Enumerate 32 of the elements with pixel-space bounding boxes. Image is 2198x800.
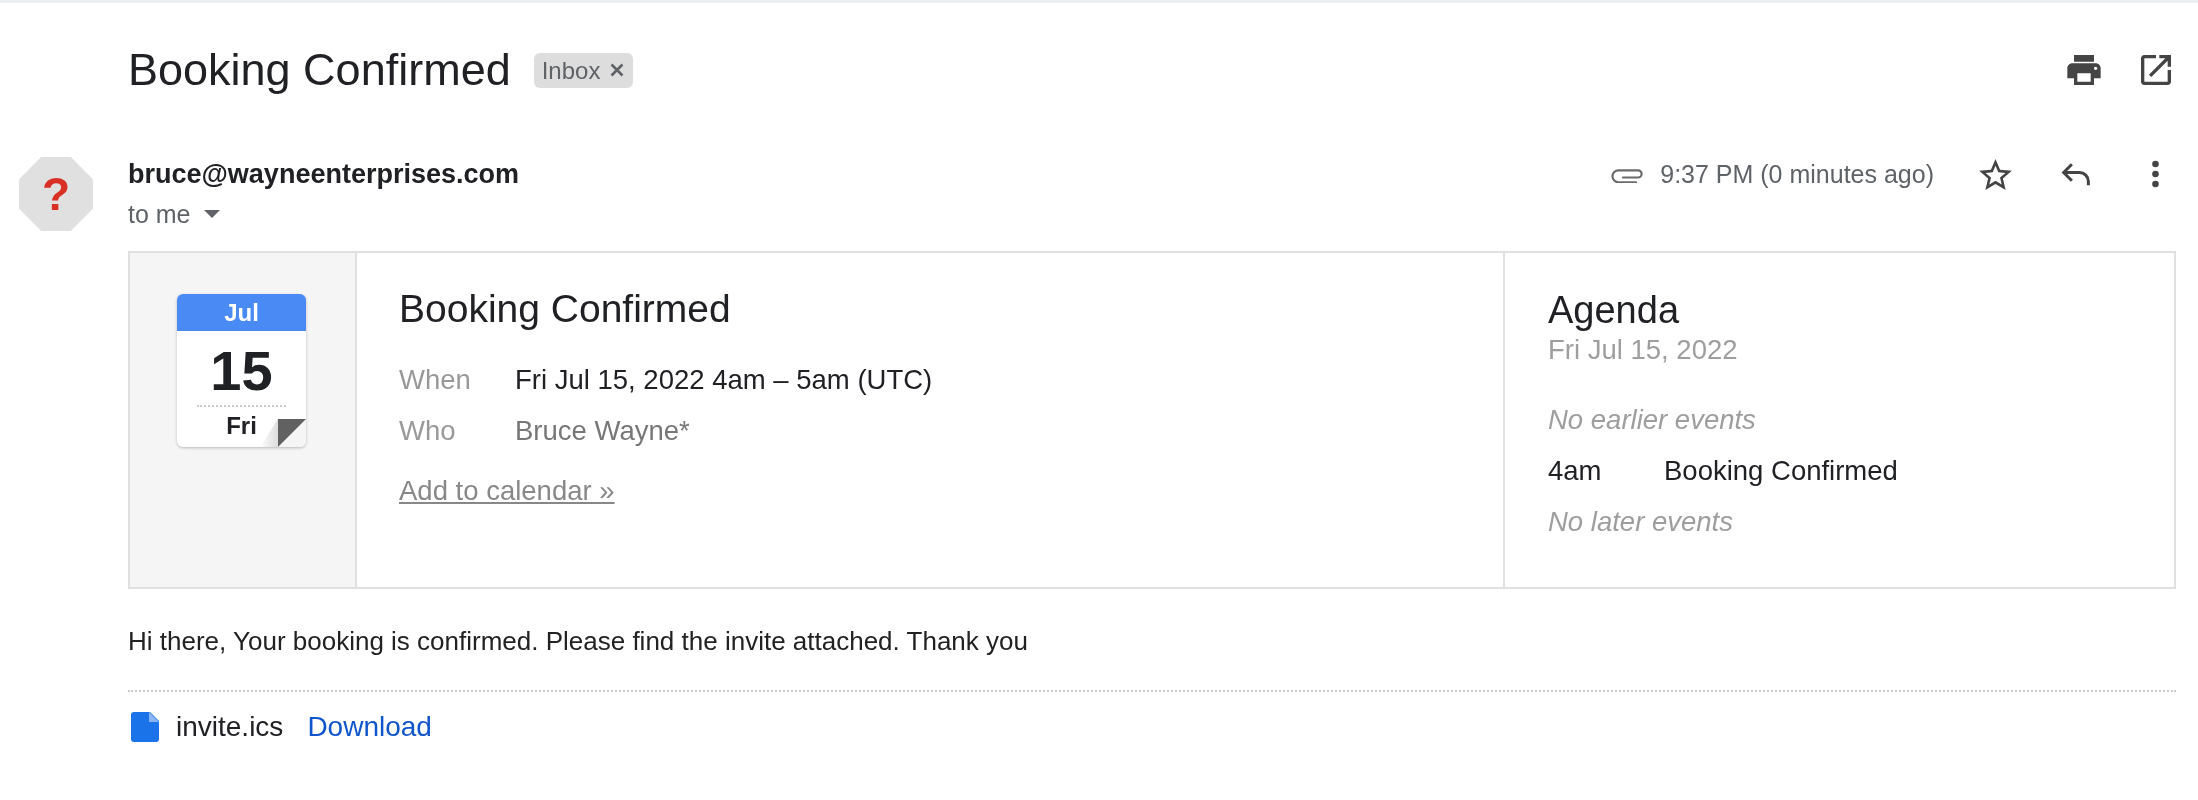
print-icon[interactable] xyxy=(2067,55,2101,85)
detail-label: Who xyxy=(399,415,457,447)
message-time: 9:37 PM (0 minutes ago) xyxy=(1660,159,1934,189)
calendar-day: 15 xyxy=(177,331,306,405)
open-in-new-icon[interactable] xyxy=(2141,55,2171,85)
email-subject: Booking Confirmed xyxy=(128,43,511,97)
detail-value: Fri Jul 15, 2022 4am – 5am (UTC) xyxy=(515,364,933,396)
file-icon xyxy=(131,712,159,742)
star-icon[interactable] xyxy=(1979,158,2012,190)
agenda-event-title: Booking Confirmed xyxy=(1664,454,1898,488)
add-to-calendar-link[interactable]: Add to calendar » xyxy=(399,471,615,511)
label-name: Inbox xyxy=(541,55,601,86)
reply-icon[interactable] xyxy=(2061,162,2091,186)
sender-avatar: ? xyxy=(19,157,93,231)
detail-label: When xyxy=(399,364,472,396)
calendar-month: Jul xyxy=(177,294,306,331)
detail-value: Bruce Wayne* xyxy=(515,415,690,447)
agenda-event-time: 4am xyxy=(1548,454,1603,488)
more-options-icon[interactable] xyxy=(2151,160,2160,188)
attachment-name: invite.ics xyxy=(176,711,284,743)
agenda-note: No later events xyxy=(1548,505,1733,539)
message-body: Hi there, Your booking is confirmed. Please find the invite attached. Thank you xyxy=(128,625,1028,658)
agenda-note: No earlier events xyxy=(1548,403,1756,437)
agenda-date: Fri Jul 15, 2022 xyxy=(1548,333,1738,367)
sender-address: bruce@wayneenterprises.com xyxy=(128,158,519,191)
recipients-dropdown[interactable]: to me xyxy=(128,197,220,231)
calendar-weekday: Fri xyxy=(226,411,257,441)
event-title: Booking Confirmed xyxy=(399,286,731,332)
close-icon[interactable] xyxy=(610,63,625,77)
download-link[interactable]: Download xyxy=(307,711,432,743)
caret-icon xyxy=(203,210,220,218)
agenda-title: Agenda xyxy=(1548,288,1679,333)
